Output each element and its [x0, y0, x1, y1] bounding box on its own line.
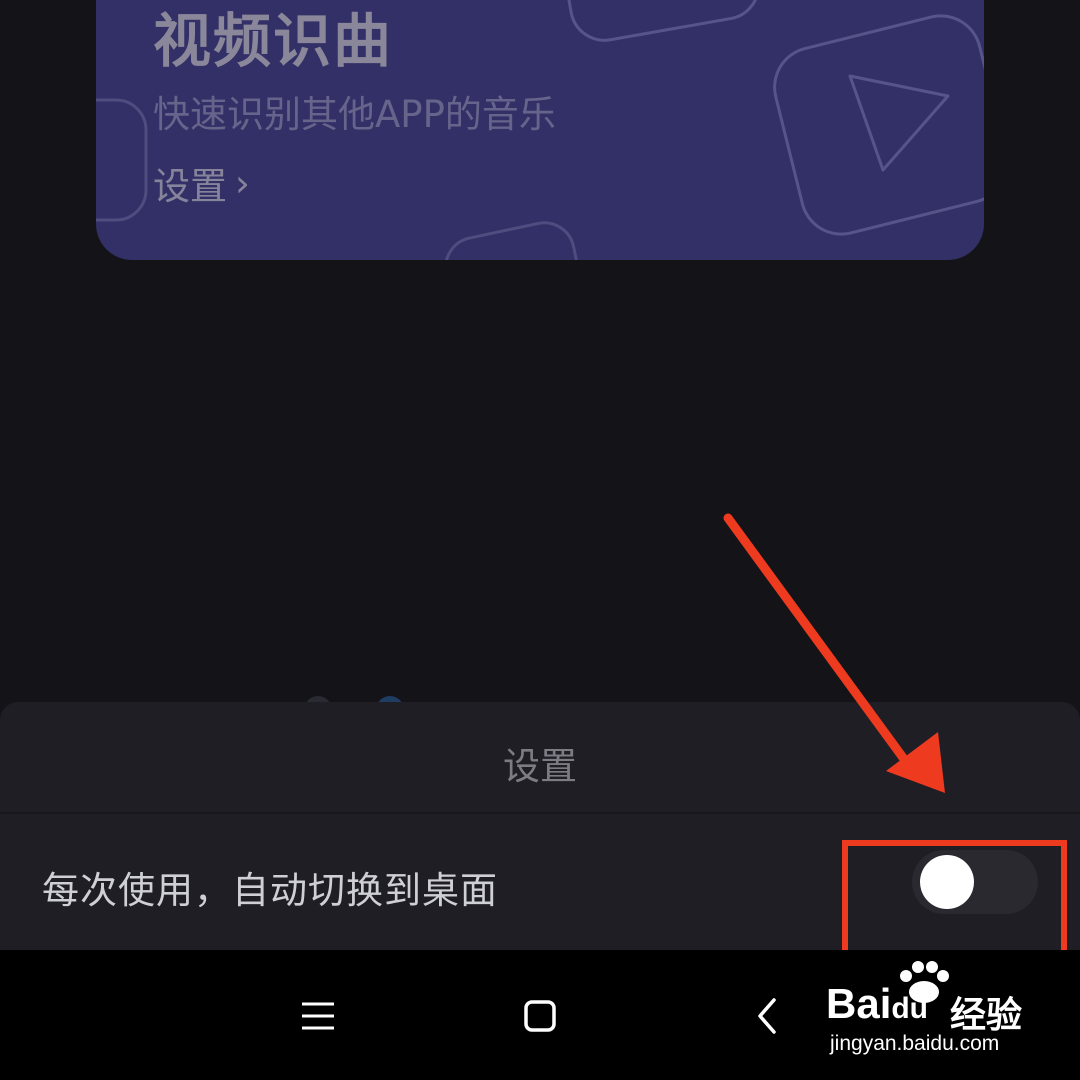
home-square-icon[interactable] — [518, 994, 562, 1038]
watermark-url: jingyan.baidu.com — [830, 1032, 1000, 1055]
auto-switch-desktop-label: 每次使用，自动切换到桌面 — [42, 869, 498, 912]
chevron-right-icon: › — [235, 161, 250, 205]
card-settings-link[interactable]: 设置 › — [153, 156, 250, 210]
watermark-cn: 经验 — [950, 995, 1023, 1036]
annotation-highlight-box — [842, 840, 1067, 958]
divider — [0, 812, 1080, 814]
baidu-jingyan-watermark: Baidu 经验 jingyan.baidu.com — [826, 960, 1036, 1060]
video-song-recognition-card[interactable]: 视频识曲 快速识别其他APP的音乐 设置 › — [96, 0, 984, 260]
watermark-logo: Baidu — [826, 980, 929, 1027]
card-settings-label: 设置 — [153, 165, 227, 208]
back-icon[interactable] — [746, 994, 790, 1038]
menu-icon[interactable] — [296, 994, 340, 1038]
sheet-title: 设置 — [503, 745, 577, 788]
card-title: 视频识曲 — [153, 7, 394, 75]
card-subtitle: 快速识别其他APP的音乐 — [153, 93, 556, 136]
